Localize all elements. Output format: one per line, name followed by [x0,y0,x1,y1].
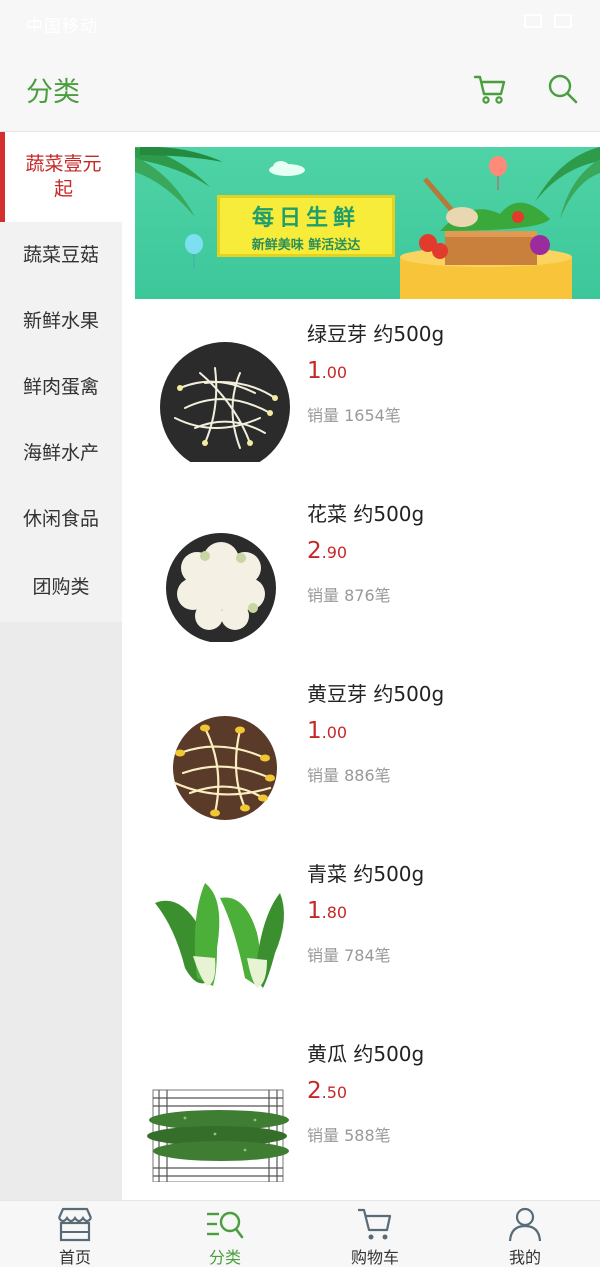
nav-label: 我的 [508,1248,541,1267]
nav-category[interactable]: 分类 [150,1201,300,1267]
header-search-button[interactable] [544,70,582,108]
price-integer: 1 [307,898,322,924]
sidebar-item-snacks[interactable]: 休闲食品 [0,486,122,552]
product-name: 黄豆芽 约500g [307,682,445,706]
sidebar-item-fresh-fruit[interactable]: 新鲜水果 [0,288,122,354]
product-name: 黄瓜 约500g [307,1042,425,1066]
nav-label: 首页 [58,1248,91,1267]
product-price: 1.80 [307,898,347,924]
price-decimal: .00 [321,723,348,742]
cloud-icon [269,161,305,176]
product-item[interactable]: 青菜 约500g 1.80 销量 784笔 [135,840,600,1020]
banner-title: 每日生鲜 [251,205,360,231]
category-search-icon [207,1211,244,1238]
product-sales: 销量 588笔 [307,1126,391,1145]
sidebar-item-label: 新鲜水果 [22,309,99,332]
soybean-sprouts-bowl-icon [173,716,277,820]
nav-cart[interactable]: 购物车 [300,1201,450,1267]
product-name: 绿豆芽 约500g [307,322,445,346]
price-integer: 1 [307,718,322,744]
product-item[interactable]: 黄豆芽 约500g 1.00 销量 886笔 [135,660,600,840]
price-decimal: .80 [321,903,348,922]
product-price: 1.00 [307,358,347,384]
product-price: 2.90 [307,538,347,564]
product-price: 2.50 [307,1078,347,1104]
sidebar-empty-area [0,622,122,1200]
banner-subtitle: 新鲜美味 鲜活送达 [251,237,361,253]
cauliflower-icon [166,533,276,642]
vegetable-crate-icon [400,177,572,299]
product-sales: 销量 1654笔 [307,406,401,425]
product-name: 花菜 约500g [307,502,425,526]
cart-icon [358,1208,392,1239]
sidebar-item-vegetables-mushrooms[interactable]: 蔬菜豆菇 [0,222,122,288]
sidebar-item-vegetables-one-yuan[interactable]: 蔬菜壹元起 [0,132,122,222]
status-bar: 中国移动 [0,0,600,48]
price-integer: 2 [307,538,322,564]
price-decimal: .50 [321,1083,348,1102]
bottom-navigation: 首页 分类 购物车 我的 [0,1200,600,1267]
status-icons [524,14,572,28]
page-title: 分类 [26,77,80,108]
price-integer: 2 [307,1078,322,1104]
price-integer: 1 [307,358,322,384]
cart-icon [473,75,506,104]
palm-leaf-left-icon [135,147,223,217]
banner-headline-board: 每日生鲜 新鲜美味 鲜活送达 [217,195,395,257]
cucumber-icon [147,1089,289,1182]
product-sales: 销量 876笔 [307,586,391,605]
nav-label: 购物车 [350,1248,399,1267]
product-name: 青菜 约500g [307,862,425,886]
sidebar-item-seafood[interactable]: 海鲜水产 [0,420,122,486]
sidebar-item-label: 蔬菜豆菇 [22,243,99,266]
nav-label: 分类 [208,1248,241,1267]
carrier-text: 中国移动 [26,17,98,37]
bean-sprouts-plate-icon [160,342,290,462]
sidebar-item-label: 海鲜水产 [22,441,99,464]
price-decimal: .00 [321,363,348,382]
profile-icon [508,1207,542,1241]
sidebar-item-label: 团购类 [32,575,90,598]
sidebar-item-label: 蔬菜壹元起 [25,153,102,200]
store-icon [57,1207,93,1241]
price-decimal: .90 [321,543,348,562]
sidebar-item-meat-eggs[interactable]: 鲜肉蛋禽 [0,354,122,420]
bok-choy-icon [155,883,284,988]
sidebar-item-label: 休闲食品 [22,507,99,530]
product-item[interactable]: 黄瓜 约500g 2.50 销量 588笔 [135,1020,600,1200]
sidebar-item-group-buy[interactable]: 团购类 [0,552,122,622]
product-price: 1.00 [307,718,347,744]
product-item[interactable]: 绿豆芽 约500g 1.00 销量 1654笔 [135,300,600,480]
product-sales: 销量 784笔 [307,946,391,965]
nav-home[interactable]: 首页 [0,1201,150,1267]
product-sales: 销量 886笔 [307,766,391,785]
sidebar-item-label: 鲜肉蛋禽 [22,375,99,398]
battery-icon [554,14,572,28]
category-sidebar: 蔬菜壹元起 蔬菜豆菇 新鲜水果 鲜肉蛋禽 海鲜水产 休闲食品 团购类 [0,132,122,1200]
nav-profile[interactable]: 我的 [450,1201,600,1267]
wifi-icon [524,14,542,28]
product-item[interactable]: 花菜 约500g 2.90 销量 876笔 [135,480,600,660]
header-cart-button[interactable] [471,70,509,108]
search-icon [548,74,578,104]
balloon-icon [185,234,203,268]
promo-banner[interactable]: 每日生鲜 新鲜美味 鲜活送达 [135,147,600,299]
app-header: 分类 [0,48,600,132]
